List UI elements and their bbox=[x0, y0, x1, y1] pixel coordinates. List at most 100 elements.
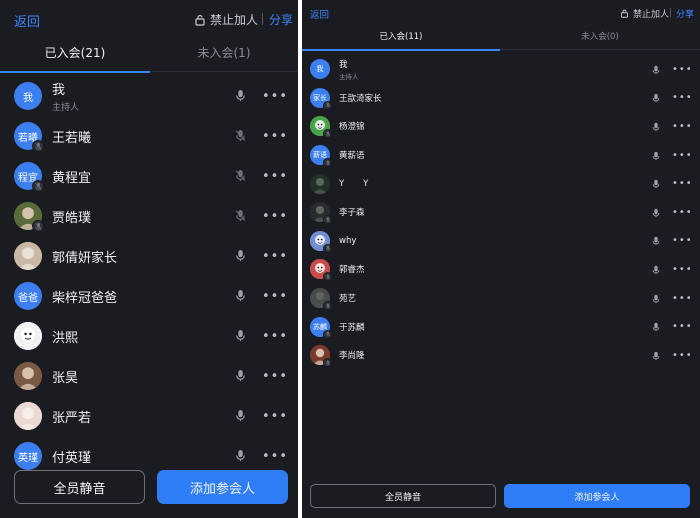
more-options-icon[interactable]: ••• bbox=[672, 64, 693, 75]
more-options-icon[interactable]: ••• bbox=[262, 289, 288, 304]
more-options-icon[interactable]: ••• bbox=[672, 150, 693, 161]
share-button[interactable]: 分享 bbox=[676, 7, 694, 20]
more-options-icon[interactable]: ••• bbox=[262, 449, 288, 464]
mic-muted-icon[interactable] bbox=[234, 207, 247, 226]
participant-row[interactable]: 杨澄锦 ••• bbox=[302, 112, 700, 141]
participant-name: 张昊 bbox=[52, 370, 79, 386]
more-options-icon[interactable]: ••• bbox=[672, 235, 693, 246]
more-options-icon[interactable]: ••• bbox=[262, 409, 288, 424]
participant-row[interactable]: why ••• bbox=[302, 227, 700, 256]
more-options-icon[interactable]: ••• bbox=[672, 121, 693, 132]
add-participant-button[interactable]: 添加参会人 bbox=[157, 470, 288, 504]
mic-icon[interactable] bbox=[651, 60, 661, 79]
mic-icon[interactable] bbox=[651, 174, 661, 193]
participant-avatar bbox=[310, 345, 332, 368]
participant-row[interactable]: 家长 王歆渏家长 ••• bbox=[302, 84, 700, 113]
more-options-icon[interactable]: ••• bbox=[262, 129, 288, 144]
participant-row[interactable]: 我我主持人 ••• bbox=[302, 55, 700, 84]
participant-row[interactable]: 苏麟 于苏麟 ••• bbox=[302, 312, 700, 341]
participant-row[interactable]: 贾皓璞 ••• bbox=[0, 196, 298, 236]
participant-row[interactable]: 薪语 黄薪语 ••• bbox=[302, 141, 700, 170]
more-options-icon[interactable]: ••• bbox=[672, 264, 693, 275]
mic-icon[interactable] bbox=[651, 88, 661, 107]
mic-icon[interactable] bbox=[234, 247, 247, 266]
tab-joined-label: 已入会(21) bbox=[44, 46, 106, 60]
muted-badge-icon bbox=[323, 158, 332, 168]
mic-muted-icon[interactable] bbox=[234, 167, 247, 186]
more-options-icon[interactable]: ••• bbox=[262, 89, 288, 104]
tab-joined[interactable]: 已入会(11) bbox=[302, 26, 500, 51]
participant-avatar bbox=[14, 402, 42, 430]
add-participant-button[interactable]: 添加参会人 bbox=[504, 484, 690, 508]
tab-joined[interactable]: 已入会(21) bbox=[0, 38, 150, 73]
more-options-icon[interactable]: ••• bbox=[262, 249, 288, 264]
mute-all-button[interactable]: 全员静音 bbox=[310, 484, 496, 508]
muted-badge-icon bbox=[323, 272, 332, 282]
tab-not-joined[interactable]: 未入会(0) bbox=[500, 26, 700, 50]
mic-icon[interactable] bbox=[651, 346, 661, 365]
more-options-icon[interactable]: ••• bbox=[262, 209, 288, 224]
more-options-icon[interactable]: ••• bbox=[672, 350, 693, 361]
mic-icon[interactable] bbox=[651, 231, 661, 250]
participant-avatar: 薪语 bbox=[310, 145, 332, 168]
forbid-join-button[interactable]: 禁止加人 bbox=[194, 11, 258, 28]
more-options-icon[interactable]: ••• bbox=[262, 329, 288, 344]
participant-avatar bbox=[14, 322, 42, 350]
participant-name: 黄薪语 bbox=[339, 151, 365, 162]
more-options-icon[interactable]: ••• bbox=[672, 207, 693, 218]
muted-badge-icon bbox=[32, 220, 44, 232]
participant-name: 我 bbox=[339, 59, 348, 70]
mic-icon[interactable] bbox=[234, 447, 247, 466]
participant-row[interactable]: 若曦 王若曦 ••• bbox=[0, 116, 298, 156]
mic-icon[interactable] bbox=[651, 146, 661, 165]
more-options-icon[interactable]: ••• bbox=[262, 369, 288, 384]
participant-row[interactable]: 洪熙 ••• bbox=[0, 316, 298, 356]
more-options-icon[interactable]: ••• bbox=[672, 178, 693, 189]
participant-row[interactable]: 张严若 ••• bbox=[0, 396, 298, 436]
more-options-icon[interactable]: ••• bbox=[672, 321, 693, 332]
participant-row[interactable]: 郭睿杰 ••• bbox=[302, 255, 700, 284]
participant-avatar: 若曦 bbox=[14, 122, 44, 152]
participant-row[interactable]: 我我主持人 ••• bbox=[0, 76, 298, 116]
mic-icon[interactable] bbox=[651, 260, 661, 279]
back-button[interactable]: 返回 bbox=[310, 7, 329, 21]
forbid-join-button[interactable]: 禁止加人 bbox=[620, 7, 669, 20]
participant-info: 杨澄锦 bbox=[339, 120, 365, 132]
tab-joined-label: 已入会(11) bbox=[379, 32, 423, 42]
more-options-icon[interactable]: ••• bbox=[672, 293, 693, 304]
mic-icon[interactable] bbox=[234, 327, 247, 346]
participant-row[interactable]: 爸爸 柴梓冠爸爸 ••• bbox=[0, 276, 298, 316]
participant-row[interactable]: 郭倩妍家长 ••• bbox=[0, 236, 298, 276]
tab-not-joined[interactable]: 未入会(1) bbox=[150, 38, 298, 72]
mic-icon[interactable] bbox=[234, 287, 247, 306]
participant-row[interactable]: 李尚隆 ••• bbox=[302, 341, 700, 370]
mic-icon[interactable] bbox=[234, 367, 247, 386]
muted-badge-icon bbox=[323, 301, 332, 311]
muted-badge-icon bbox=[323, 129, 332, 139]
mic-icon[interactable] bbox=[234, 407, 247, 426]
photo-dark-avatar bbox=[310, 173, 330, 194]
participant-row[interactable]: Y Y ••• bbox=[302, 169, 700, 198]
mic-icon[interactable] bbox=[651, 203, 661, 222]
back-button[interactable]: 返回 bbox=[14, 11, 40, 30]
mic-icon[interactable] bbox=[651, 317, 661, 336]
share-button[interactable]: 分享 bbox=[269, 11, 293, 28]
participant-row[interactable]: 张昊 ••• bbox=[0, 356, 298, 396]
more-options-icon[interactable]: ••• bbox=[672, 92, 693, 103]
mic-icon[interactable] bbox=[234, 87, 247, 106]
participant-name: 贾皓璞 bbox=[52, 210, 92, 226]
participant-name: 黄程宜 bbox=[52, 170, 92, 186]
mic-icon[interactable] bbox=[651, 117, 661, 136]
more-options-icon[interactable]: ••• bbox=[262, 169, 288, 184]
mic-icon[interactable] bbox=[651, 289, 661, 308]
mic-muted-icon[interactable] bbox=[234, 127, 247, 146]
participant-row[interactable]: 苑艺 ••• bbox=[302, 284, 700, 313]
photo-cartoon-avatar bbox=[14, 322, 42, 350]
muted-badge-icon bbox=[323, 329, 332, 339]
participant-row[interactable]: 李子森 ••• bbox=[302, 198, 700, 227]
mute-all-button[interactable]: 全员静音 bbox=[14, 470, 145, 504]
participant-name: 洪熙 bbox=[52, 330, 79, 346]
participant-row[interactable]: 程宜 黄程宜 ••• bbox=[0, 156, 298, 196]
participant-info: 郭睿杰 bbox=[339, 263, 365, 275]
tab-not-joined-label: 未入会(0) bbox=[581, 32, 619, 42]
